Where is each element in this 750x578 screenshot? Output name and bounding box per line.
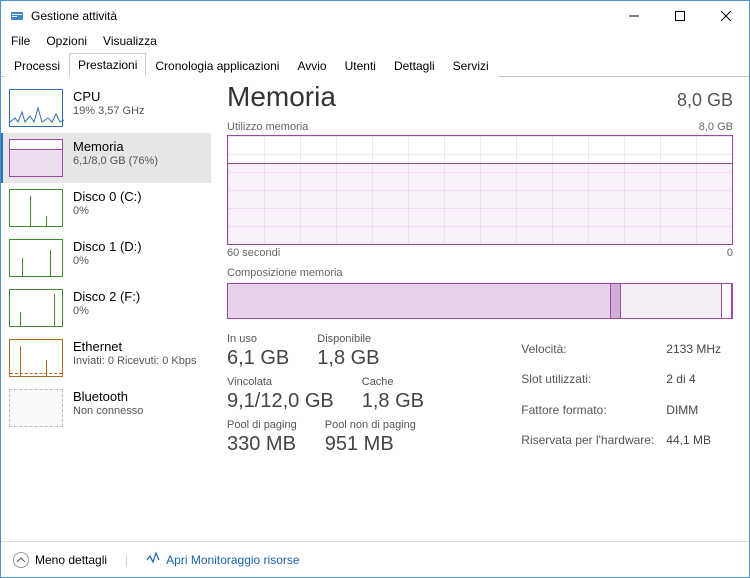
stat-label: Disponibile (317, 333, 379, 345)
disk-spark-icon (20, 312, 21, 326)
chart-x-axis: 60 secondi 0 (227, 247, 733, 259)
sidebar-item-disco0[interactable]: Disco 0 (C:) 0% (1, 183, 211, 233)
header-row: Memoria 8,0 GB (227, 81, 733, 113)
chart-x-left: 60 secondi (227, 247, 280, 259)
sidebar-item-sub: 19% 3,57 GHz (73, 105, 145, 117)
composition-label: Composizione memoria (227, 267, 733, 279)
open-resource-monitor-link[interactable]: Apri Monitoraggio risorse (146, 551, 299, 568)
composition-segment (611, 284, 621, 318)
menu-file[interactable]: File (3, 32, 38, 50)
activity-icon (146, 551, 160, 568)
sidebar-item-sub: Inviati: 0 Ricevuti: 0 Kbps (73, 355, 197, 367)
sidebar: CPU 19% 3,57 GHz Memoria 6,1/8,0 GB (76%… (1, 77, 211, 541)
stat-value: 9,1/12,0 GB (227, 390, 334, 413)
tab-avvio[interactable]: Avvio (288, 54, 335, 77)
chart-max: 8,0 GB (699, 121, 733, 133)
disk-spark-icon (30, 196, 31, 226)
tab-servizi[interactable]: Servizi (444, 54, 498, 77)
sidebar-item-sub: Non connesso (73, 405, 143, 417)
chart-label-row: Utilizzo memoria 8,0 GB (227, 121, 733, 133)
tab-utenti[interactable]: Utenti (336, 54, 385, 77)
titlebar: Gestione attività (1, 1, 749, 31)
stat-value: 6,1 GB (227, 347, 289, 370)
stat-value: 1,8 GB (362, 390, 424, 413)
sidebar-item-disco1[interactable]: Disco 1 (D:) 0% (1, 233, 211, 283)
sidebar-item-label: Disco 0 (C:) (73, 189, 142, 205)
memory-spark-icon (10, 149, 62, 176)
composition-segment (228, 284, 611, 318)
stats-row: In uso 6,1 GB Disponibile 1,8 GB Vincola… (227, 333, 733, 456)
sidebar-item-sub: 0% (73, 205, 142, 217)
sidebar-item-sub: 6,1/8,0 GB (76%) (73, 155, 158, 167)
tab-processi[interactable]: Processi (5, 54, 69, 77)
cpu-spark-icon (10, 88, 64, 126)
sidebar-item-cpu[interactable]: CPU 19% 3,57 GHz (1, 83, 211, 133)
sidebar-item-disco2[interactable]: Disco 2 (F:) 0% (1, 283, 211, 333)
fewer-details-button[interactable]: Meno dettagli (13, 552, 107, 568)
content: CPU 19% 3,57 GHz Memoria 6,1/8,0 GB (76%… (1, 77, 749, 541)
detail-label: Slot utilizzati: (521, 365, 664, 393)
sidebar-item-label: Bluetooth (73, 389, 143, 405)
detail-label: Velocità: (521, 335, 664, 363)
stat-value: 1,8 GB (317, 347, 379, 370)
chart-label: Utilizzo memoria (227, 121, 308, 133)
window-title: Gestione attività (31, 9, 117, 23)
sidebar-item-label: Disco 2 (F:) (73, 289, 140, 305)
memory-details-table: Velocità:2133 MHz Slot utilizzati:2 di 4… (519, 333, 733, 456)
sidebar-item-label: Memoria (73, 139, 158, 155)
total-memory: 8,0 GB (677, 90, 733, 111)
stat-label: Cache (362, 376, 424, 388)
stat-label: In uso (227, 333, 289, 345)
sidebar-item-ethernet[interactable]: Ethernet Inviati: 0 Ricevuti: 0 Kbps (1, 333, 211, 383)
chevron-up-icon (13, 552, 29, 568)
open-resource-monitor-label: Apri Monitoraggio risorse (166, 553, 299, 567)
divider: | (125, 553, 128, 567)
sidebar-item-memoria[interactable]: Memoria 6,1/8,0 GB (76%) (1, 133, 211, 183)
maximize-button[interactable] (657, 1, 703, 31)
stat-label: Pool non di paging (325, 419, 416, 431)
bluetooth-icon (9, 389, 63, 427)
sidebar-item-sub: 0% (73, 255, 142, 267)
sidebar-item-sub: 0% (73, 305, 140, 317)
detail-label: Riservata per l'hardware: (521, 426, 664, 454)
minimize-button[interactable] (611, 1, 657, 31)
menubar: File Opzioni Visualizza (1, 31, 749, 51)
stat-value: 330 MB (227, 433, 297, 456)
stat-label: Pool di paging (227, 419, 297, 431)
sidebar-item-bluetooth[interactable]: Bluetooth Non connesso (1, 383, 211, 433)
chart-x-right: 0 (727, 247, 733, 259)
detail-label: Fattore formato: (521, 396, 664, 424)
sidebar-item-label: CPU (73, 89, 145, 105)
composition-segment (722, 284, 732, 318)
tab-cronologia[interactable]: Cronologia applicazioni (146, 54, 288, 77)
detail-value: 2133 MHz (666, 335, 731, 363)
sidebar-item-label: Disco 1 (D:) (73, 239, 142, 255)
tab-prestazioni[interactable]: Prestazioni (69, 53, 146, 77)
memory-usage-chart (227, 135, 733, 245)
net-spark-icon (10, 373, 62, 374)
fewer-details-label: Meno dettagli (35, 553, 107, 567)
sidebar-item-label: Ethernet (73, 339, 197, 355)
detail-value: 2 di 4 (666, 365, 731, 393)
task-manager-icon (9, 8, 25, 24)
detail-pane: Memoria 8,0 GB Utilizzo memoria 8,0 GB 6… (211, 77, 749, 541)
detail-value: DIMM (666, 396, 731, 424)
menu-options[interactable]: Opzioni (38, 32, 95, 50)
page-title: Memoria (227, 81, 336, 113)
tab-dettagli[interactable]: Dettagli (385, 54, 444, 77)
close-button[interactable] (703, 1, 749, 31)
detail-value: 44,1 MB (666, 426, 731, 454)
composition-bar (227, 283, 733, 319)
disk-spark-icon (22, 258, 23, 276)
footer: Meno dettagli | Apri Monitoraggio risors… (1, 541, 749, 577)
composition-segment (621, 284, 722, 318)
tabstrip: Processi Prestazioni Cronologia applicaz… (1, 51, 749, 77)
stat-label: Vincolata (227, 376, 334, 388)
chart-fill (228, 163, 732, 244)
stat-value: 951 MB (325, 433, 416, 456)
menu-view[interactable]: Visualizza (95, 32, 165, 50)
